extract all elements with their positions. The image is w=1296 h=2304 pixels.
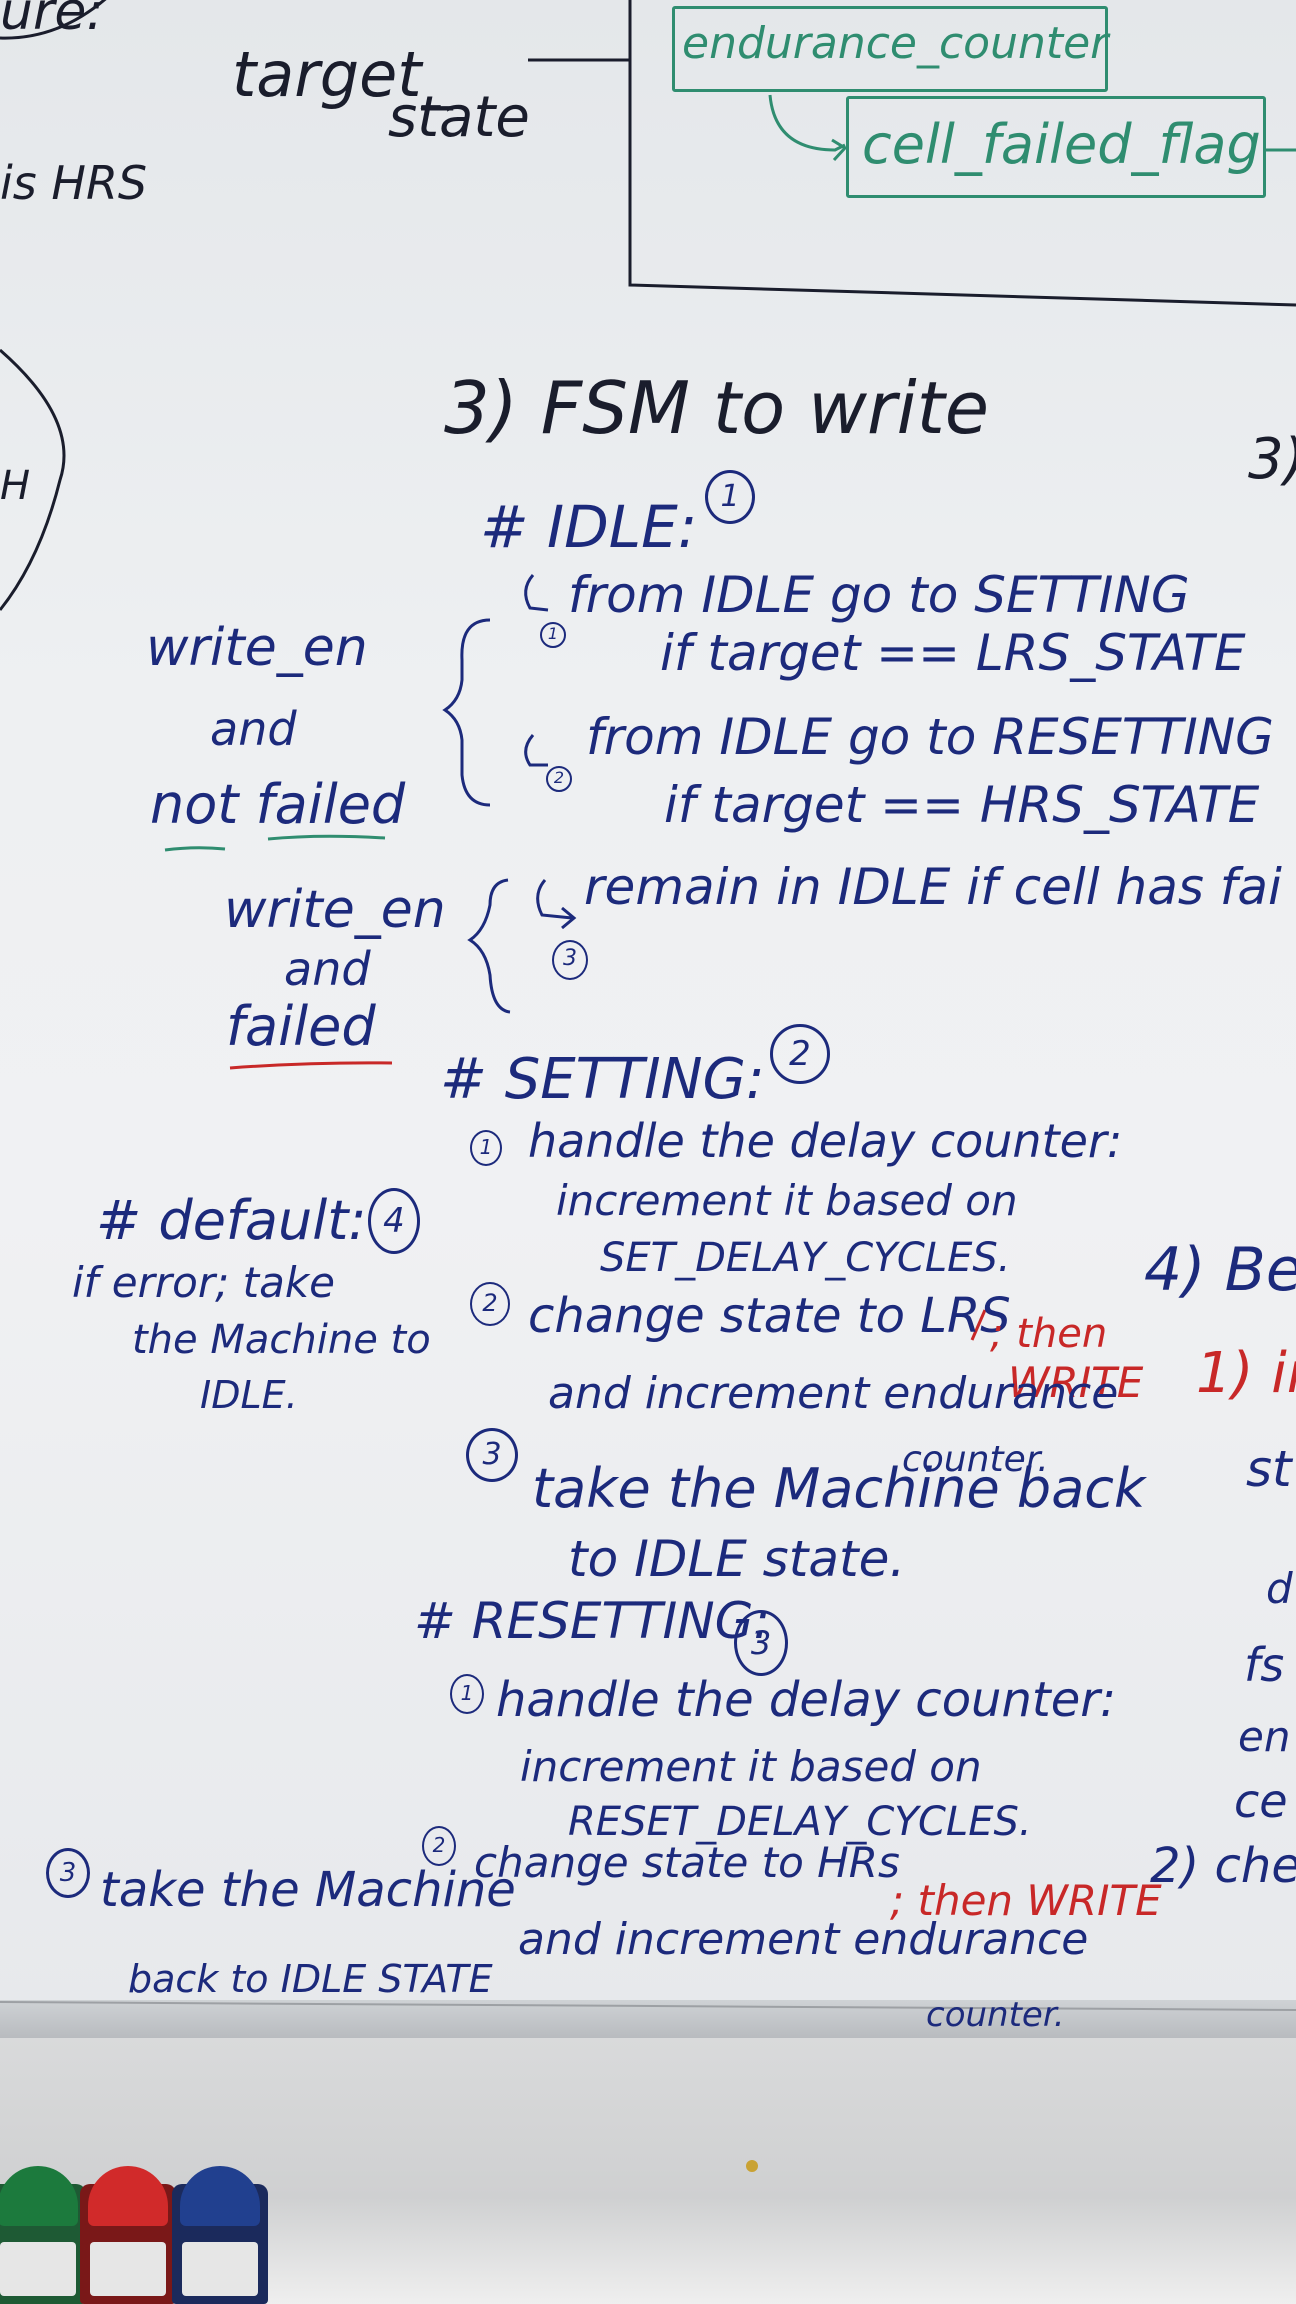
cond-b-failed: failed xyxy=(226,995,376,1058)
endurance-counter-label: endurance_counter xyxy=(682,18,1109,69)
right-fragment-d: d xyxy=(1266,1564,1293,1613)
right-fragment-st: st xyxy=(1246,1440,1292,1498)
right-fragment-en: en xyxy=(1238,1712,1291,1761)
default-header: # default: xyxy=(96,1189,367,1252)
right-fragment-be: 4) Be xyxy=(1144,1235,1296,1305)
setting-step-1b: increment it based on xyxy=(556,1176,1018,1225)
red-marker[interactable] xyxy=(80,2166,176,2304)
underline-not xyxy=(164,846,226,852)
green-arrow xyxy=(768,94,848,162)
setting-step-3a: take the Machine back xyxy=(532,1457,1146,1520)
ure-fragment: ure: xyxy=(0,0,104,42)
hook-arrow-2 xyxy=(524,734,548,767)
cond-b-write-en: write_en xyxy=(224,880,446,940)
underline-failed-green xyxy=(267,834,386,841)
cond-b-and: and xyxy=(284,942,371,996)
setting-step-1a: handle the delay counter: xyxy=(528,1114,1123,1168)
target-connector-line xyxy=(528,25,632,62)
blue-marker[interactable] xyxy=(172,2166,268,2304)
resetting-step-3b: back to IDLE STATE xyxy=(128,1957,493,2001)
setting-step-1c: SET_DELAY_CYCLES. xyxy=(600,1235,1011,1281)
resetting-step-2b: and increment endurance xyxy=(518,1914,1089,1965)
resetting-step-1b: increment it based on xyxy=(520,1742,982,1791)
cond-a-write-en: write_en xyxy=(146,618,368,678)
hook-arrow-1 xyxy=(524,574,549,612)
resetting-step-2c: counter. xyxy=(926,1995,1065,2035)
idle-line-1-num: 1 xyxy=(540,622,566,648)
idle-badge: 1 xyxy=(705,470,755,524)
idle-line-3-num: 2 xyxy=(546,766,572,792)
setting-step-2-num: 2 xyxy=(470,1282,510,1326)
fsm-title: 3) FSM to write xyxy=(444,366,990,450)
frame-line xyxy=(0,2001,1296,2011)
setting-header: # SETTING: xyxy=(440,1047,765,1112)
green-marker[interactable] xyxy=(0,2166,86,2304)
right-section-marker: 3) xyxy=(1248,427,1296,492)
cond-a-not-failed: not failed xyxy=(150,773,406,836)
tray-pin xyxy=(746,2160,758,2172)
default-line-1: if error; take xyxy=(72,1258,336,1307)
idle-line-2: if target == LRS_STATE xyxy=(660,624,1246,682)
right-fragment-fs: fs xyxy=(1244,1638,1285,1692)
underline-failed-red xyxy=(229,1061,393,1070)
idle-line-5-num: 3 xyxy=(552,940,588,980)
idle-line-5: remain in IDLE if cell has fai xyxy=(584,858,1282,916)
failed-brace xyxy=(467,878,511,1014)
resetting-step-3a: take the Machine xyxy=(100,1862,516,1918)
right-fragment-ce: ce xyxy=(1234,1774,1288,1828)
state-label: state xyxy=(388,85,530,150)
is-hrs-fragment: is HRS xyxy=(0,156,148,210)
idle-line-3: from IDLE go to RESETTING xyxy=(586,708,1274,766)
setting-step-2-then: ; then xyxy=(990,1311,1108,1357)
setting-step-3-num: 3 xyxy=(466,1428,518,1482)
setting-step-2a: change state to LRS xyxy=(528,1288,1011,1344)
resetting-step-2a: change state to HRs xyxy=(474,1838,900,1887)
default-badge: 4 xyxy=(368,1188,420,1254)
cell-failed-flag-label: cell_failed_flag xyxy=(862,113,1261,176)
default-line-2: the Machine to xyxy=(132,1317,431,1363)
resetting-step-1a: handle the delay counter: xyxy=(496,1672,1117,1728)
right-fragment-in: 1) in xyxy=(1196,1341,1296,1406)
idle-brace xyxy=(442,618,491,807)
default-line-3: IDLE. xyxy=(200,1373,298,1417)
cond-a-and: and xyxy=(210,702,297,756)
resetting-header: # RESETTING: xyxy=(414,1592,771,1650)
hook-arrow-3 xyxy=(536,879,577,930)
idle-line-1: from IDLE go to SETTING xyxy=(568,566,1190,624)
resetting-step-3-num: 3 xyxy=(46,1848,90,1898)
idle-line-4: if target == HRS_STATE xyxy=(664,776,1260,834)
resetting-step-2-num: 2 xyxy=(422,1826,456,1866)
resetting-badge: 3 xyxy=(734,1610,788,1676)
right-fragment-che: 2) che xyxy=(1150,1838,1296,1894)
setting-step-1-num: 1 xyxy=(470,1130,502,1166)
setting-step-3b: to IDLE state. xyxy=(568,1530,906,1588)
setting-badge: 2 xyxy=(770,1024,830,1084)
idle-header: # IDLE: xyxy=(480,493,698,561)
setting-step-2b: and increment endurance xyxy=(548,1368,1119,1419)
resetting-step-1c: RESET_DELAY_CYCLES. xyxy=(568,1799,1032,1845)
left-circle-letter: H xyxy=(0,463,31,509)
resetting-step-1-num: 1 xyxy=(450,1674,484,1714)
